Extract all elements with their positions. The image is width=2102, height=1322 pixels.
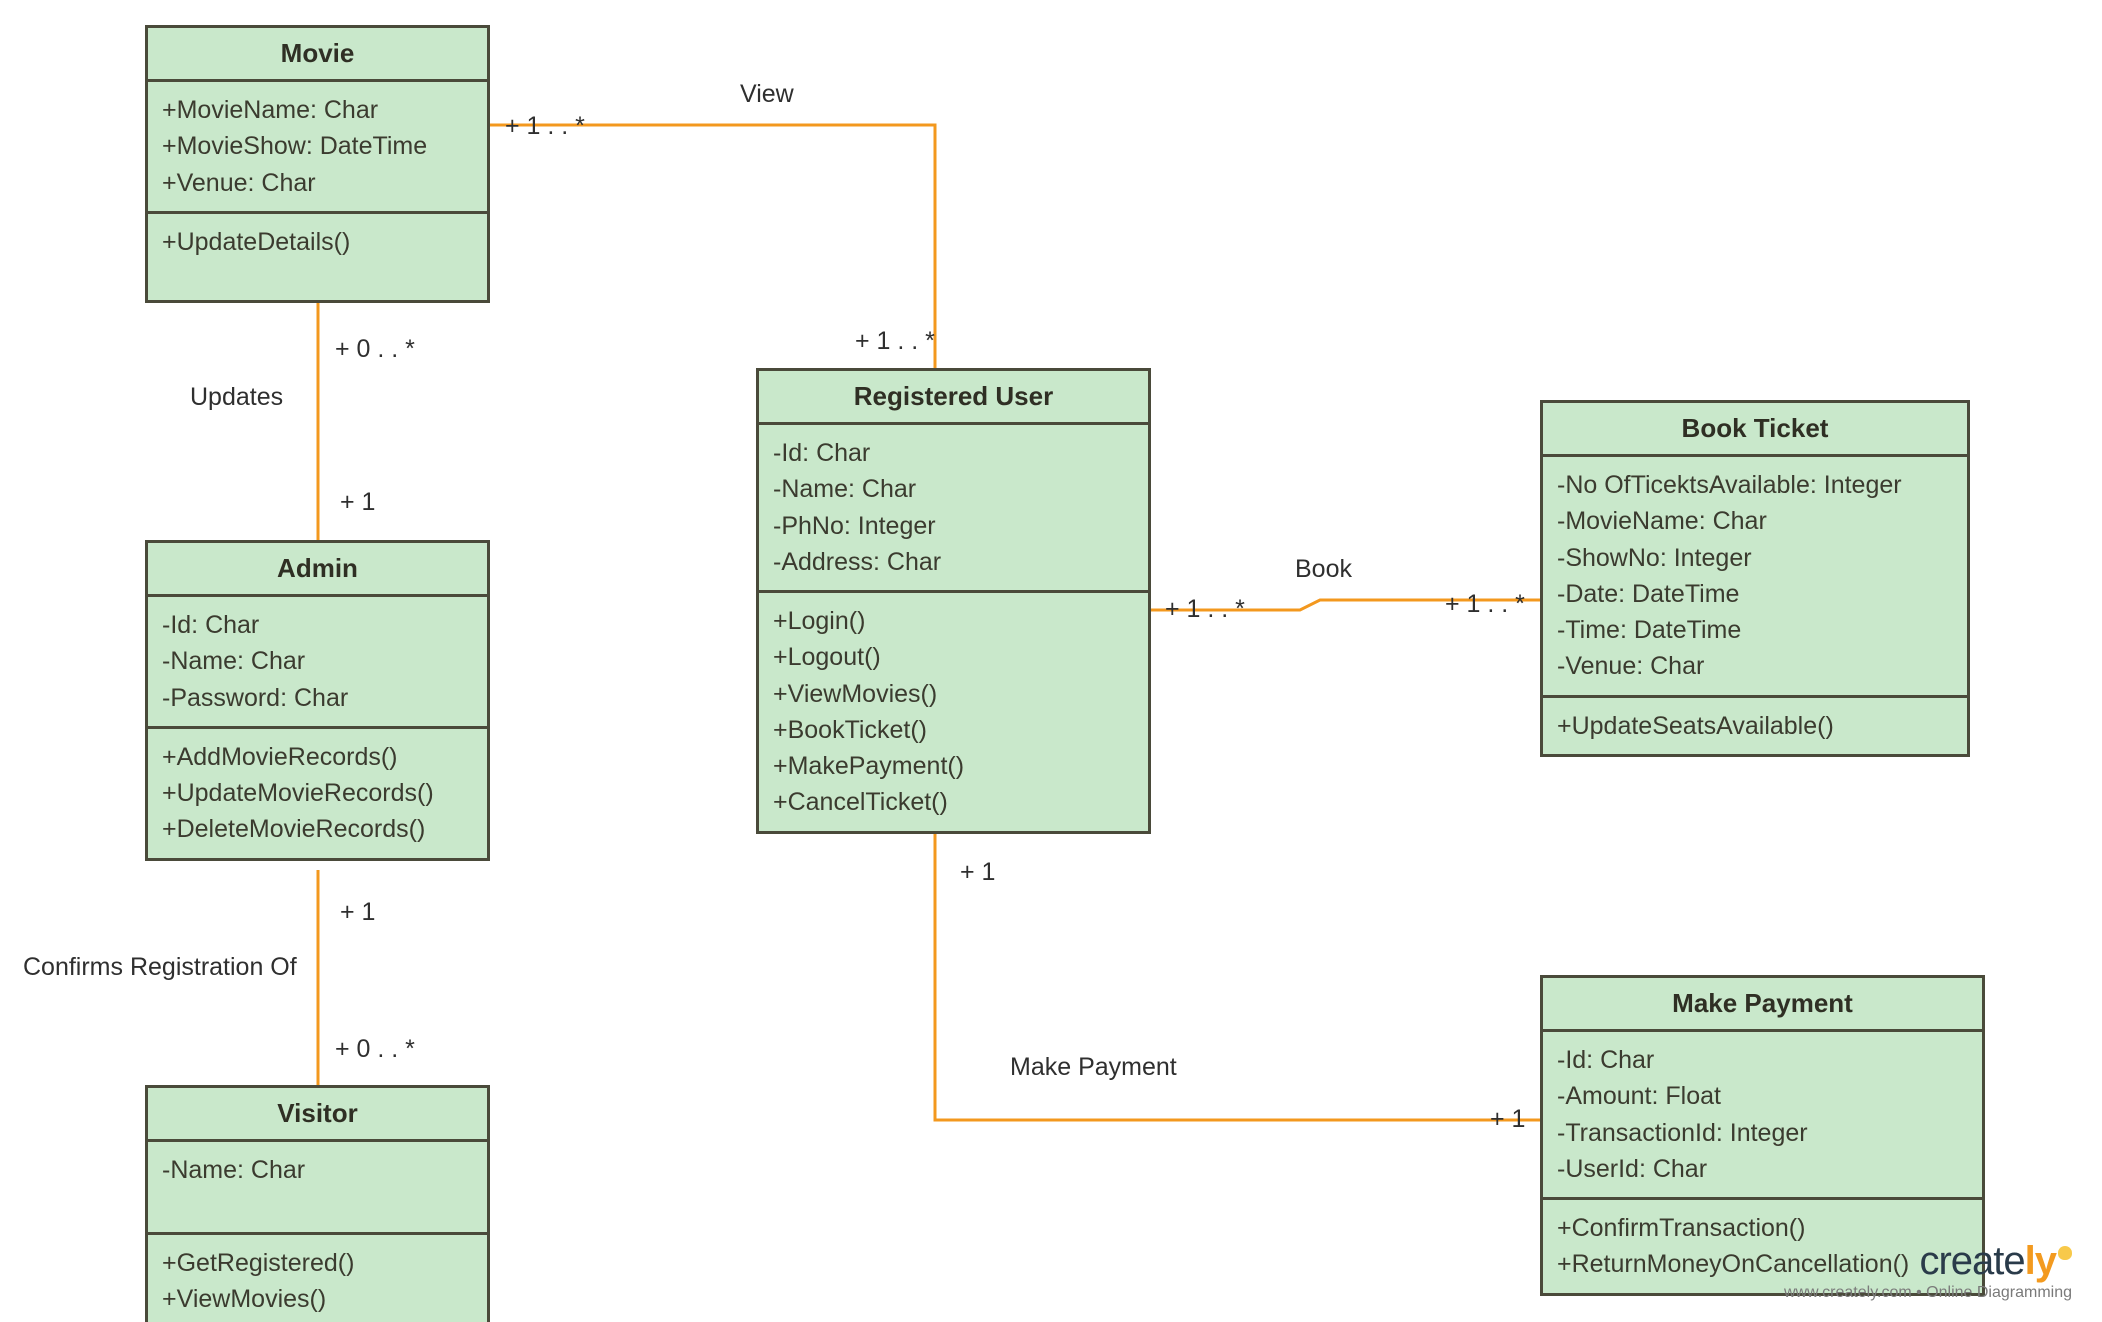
assoc-label-pay: Make Payment (1010, 1053, 1177, 1082)
class-title: Movie (148, 28, 487, 82)
mult-confirms-admin: + 1 (340, 898, 375, 927)
mult-updates-movie: + 0 . . * (335, 335, 415, 364)
mult-book-user: + 1 . . * (1165, 595, 1245, 624)
assoc-label-updates: Updates (190, 383, 283, 412)
mult-book-ticket: + 1 . . * (1445, 590, 1525, 619)
brand-logo: creately (1784, 1239, 2072, 1284)
class-title: Admin (148, 543, 487, 597)
class-title: Visitor (148, 1088, 487, 1142)
mult-confirms-visitor: + 0 . . * (335, 1035, 415, 1064)
class-operations: +UpdateDetails() (148, 214, 487, 300)
class-operations: +Login() +Logout() +ViewMovies() +BookTi… (759, 593, 1148, 831)
lightbulb-icon (2058, 1246, 2072, 1260)
brand-subtitle: www.creately.com • Online Diagramming (1784, 1284, 2072, 1302)
class-title: Registered User (759, 371, 1148, 425)
mult-view-movie: + 1 . . * (505, 112, 585, 141)
class-operations: +UpdateSeatsAvailable() (1543, 698, 1967, 754)
assoc-label-book: Book (1295, 555, 1352, 584)
uml-class-diagram: Movie +MovieName: Char +MovieShow: DateT… (0, 0, 2102, 1322)
mult-pay-payment: + 1 (1490, 1105, 1525, 1134)
class-attributes: -Name: Char (148, 1142, 487, 1235)
class-operations: +AddMovieRecords() +UpdateMovieRecords()… (148, 729, 487, 858)
class-attributes: -Id: Char -Amount: Float -TransactionId:… (1543, 1032, 1982, 1200)
mult-view-user: + 1 . . * (855, 327, 935, 356)
class-book-ticket: Book Ticket -No OfTicektsAvailable: Inte… (1540, 400, 1970, 757)
class-operations: +GetRegistered() +ViewMovies() (148, 1235, 487, 1322)
class-attributes: -No OfTicektsAvailable: Integer -MovieNa… (1543, 457, 1967, 698)
class-movie: Movie +MovieName: Char +MovieShow: DateT… (145, 25, 490, 303)
creately-watermark: creately www.creately.com • Online Diagr… (1784, 1239, 2072, 1302)
class-attributes: -Id: Char -Name: Char -Password: Char (148, 597, 487, 729)
mult-updates-admin: + 1 (340, 488, 375, 517)
class-title: Make Payment (1543, 978, 1982, 1032)
class-visitor: Visitor -Name: Char +GetRegistered() +Vi… (145, 1085, 490, 1322)
mult-pay-user: + 1 (960, 858, 995, 887)
class-title: Book Ticket (1543, 403, 1967, 457)
assoc-label-view: View (740, 80, 794, 109)
class-admin: Admin -Id: Char -Name: Char -Password: C… (145, 540, 490, 861)
class-attributes: +MovieName: Char +MovieShow: DateTime +V… (148, 82, 487, 214)
class-attributes: -Id: Char -Name: Char -PhNo: Integer -Ad… (759, 425, 1148, 593)
class-registered-user: Registered User -Id: Char -Name: Char -P… (756, 368, 1151, 834)
assoc-label-confirms: Confirms Registration Of (23, 953, 297, 982)
